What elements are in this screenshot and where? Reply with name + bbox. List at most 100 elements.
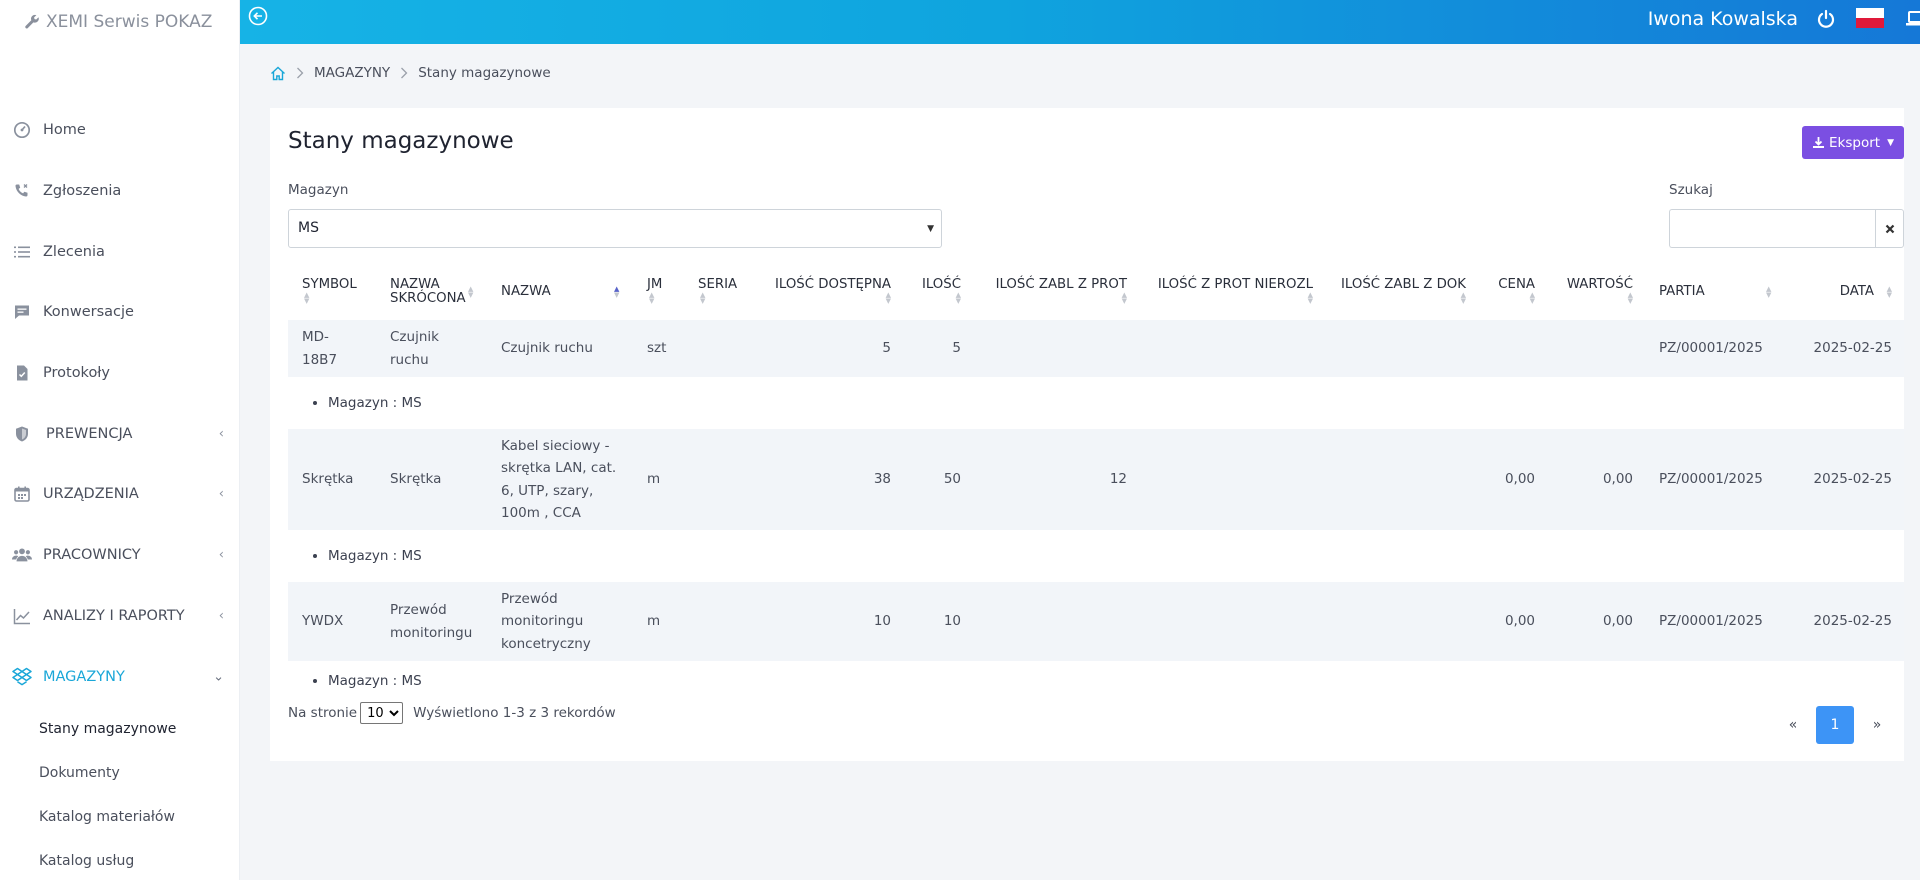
- cell-date: 2025-02-25: [1785, 320, 1904, 377]
- sort-icon: ▲ ▼: [304, 291, 310, 305]
- sidebar-item-label: Protokoły: [43, 365, 111, 382]
- cell-value: [1547, 320, 1645, 377]
- breadcrumb: MAGAZYNY Stany magazynowe: [270, 65, 551, 81]
- sidebar-item-label: PRACOWNICY: [43, 547, 141, 564]
- column-header-qty-blocked-prot[interactable]: ILOŚĆ ZABL Z PROT▲ ▼: [973, 264, 1139, 320]
- sidebar-item-label: Konwersacje: [43, 304, 134, 321]
- cell-name: Kabel sieciowy - skrętka LAN, cat. 6, UT…: [487, 429, 633, 530]
- sidebar: XEMI Serwis POKAZ Home Zgłoszenia Zlecen…: [0, 0, 240, 880]
- search-input[interactable]: [1669, 209, 1875, 248]
- cell-price: [1478, 320, 1547, 377]
- sidebar-item-pracownicy[interactable]: PRACOWNICY ‹: [0, 525, 240, 586]
- cell-value: 0,00: [1547, 429, 1645, 530]
- sidebar-item-label: ANALIZY I RAPORTY: [43, 607, 185, 624]
- magazyny-submenu: Stany magazynowe Dokumenty Katalog mater…: [0, 707, 240, 880]
- breadcrumb-magazyny[interactable]: MAGAZYNY: [314, 65, 390, 81]
- table-row-detail: Magazyn : MS: [288, 661, 1904, 701]
- sidebar-item-label: URZĄDZENIA: [43, 486, 139, 503]
- chevron-left-icon: ‹: [218, 486, 224, 502]
- power-icon[interactable]: [1816, 9, 1836, 29]
- cell-qty-prot-unsettled: [1139, 320, 1325, 377]
- column-header-date[interactable]: DATA ▲ ▼: [1785, 264, 1904, 320]
- clear-search-button[interactable]: [1875, 209, 1904, 248]
- back-circle-icon[interactable]: [248, 6, 268, 26]
- cell-date: 2025-02-25: [1785, 429, 1904, 530]
- sort-icon: ▲ ▼: [955, 291, 961, 305]
- cell-qty-blocked-doc: [1325, 320, 1478, 377]
- sort-icon: ▲ ▼: [468, 285, 474, 299]
- home-icon[interactable]: [270, 66, 286, 81]
- chevron-down-icon: ⌄: [213, 669, 224, 685]
- cell-batch: PZ/00001/2025: [1645, 582, 1785, 661]
- table-row[interactable]: YWDX Przewód monitoringu Przewód monitor…: [288, 582, 1904, 661]
- brand[interactable]: XEMI Serwis POKAZ: [0, 0, 239, 44]
- sidebar-subitem-katalog-uslug[interactable]: Katalog usług: [39, 839, 240, 880]
- cell-qty-blocked-prot: [973, 320, 1139, 377]
- table-row[interactable]: Skrętka Skrętka Kabel sieciowy - skrętka…: [288, 429, 1904, 530]
- per-page-select[interactable]: 10: [360, 702, 404, 724]
- sidebar-item-home[interactable]: Home: [0, 100, 240, 161]
- sidebar-item-prewencja[interactable]: PREWENCJA ‹: [0, 403, 240, 464]
- column-header-qty-blocked-doc[interactable]: ILOŚĆ ZABL Z DOK▲ ▼: [1325, 264, 1478, 320]
- sidebar-subitem-stany-magazynowe[interactable]: Stany magazynowe: [39, 707, 240, 751]
- sidebar-item-protokoly[interactable]: Protokoły: [0, 343, 240, 404]
- detail-warehouse: Magazyn : MS: [328, 545, 1890, 567]
- export-label: Eksport: [1829, 134, 1881, 151]
- cell-name: Przewód monitoringu koncetryczny: [487, 582, 633, 661]
- table-row-detail: Magazyn : MS: [288, 530, 1904, 582]
- table-row[interactable]: MD-18B7 Czujnik ruchu Czujnik ruchu szt …: [288, 320, 1904, 377]
- chevron-right-icon: [400, 67, 408, 79]
- sort-icon: ▲ ▼: [1307, 291, 1313, 305]
- sidebar-item-label: Zlecenia: [43, 243, 105, 260]
- cell-qty: 10: [903, 582, 973, 661]
- sidebar-item-analizy[interactable]: ANALIZY I RAPORTY ‹: [0, 586, 240, 647]
- user-name[interactable]: Iwona Kowalska: [1648, 8, 1798, 30]
- export-button[interactable]: Eksport ▼: [1802, 126, 1904, 159]
- chat-icon: [12, 302, 32, 322]
- sidebar-subitem-dokumenty[interactable]: Dokumenty: [39, 751, 240, 795]
- pagination-prev-button[interactable]: «: [1774, 706, 1812, 744]
- cell-qty: 5: [903, 320, 973, 377]
- sidebar-item-magazyny[interactable]: MAGAZYNY ⌄: [0, 646, 240, 707]
- column-header-price[interactable]: CENA▲ ▼: [1478, 264, 1547, 320]
- laptop-icon[interactable]: [1906, 10, 1920, 28]
- sidebar-item-label: PREWENCJA: [46, 425, 133, 442]
- pagination-next-button[interactable]: »: [1858, 706, 1896, 744]
- column-header-symbol[interactable]: SYMBOL▲ ▼: [288, 264, 376, 320]
- sidebar-item-konwersacje[interactable]: Konwersacje: [0, 282, 240, 343]
- search-group: [1669, 209, 1904, 248]
- stock-table: SYMBOL▲ ▼ NAZWA SKRÓCONA ▲ ▼ NAZWA ▲ ▼ JM▲ ▼ S…: [288, 264, 1904, 701]
- column-header-value[interactable]: WARTOŚĆ▲ ▼: [1547, 264, 1645, 320]
- sort-icon: ▲ ▼: [1121, 291, 1127, 305]
- column-header-qty[interactable]: ILOŚĆ▲ ▼: [903, 264, 973, 320]
- sidebar-item-zlecenia[interactable]: Zlecenia: [0, 221, 240, 282]
- cell-qty-prot-unsettled: [1139, 582, 1325, 661]
- cell-series: [684, 582, 753, 661]
- sidebar-subitem-katalog-materialow[interactable]: Katalog materiałów: [39, 795, 240, 839]
- polish-flag-icon[interactable]: [1856, 8, 1884, 28]
- column-header-name[interactable]: NAZWA ▲ ▼: [487, 264, 633, 320]
- dropbox-icon: [12, 667, 32, 687]
- column-header-qty-prot-unsettled[interactable]: ILOŚĆ Z PROT NIEROZL▲ ▼: [1139, 264, 1325, 320]
- column-header-short-name[interactable]: NAZWA SKRÓCONA ▲ ▼: [376, 264, 487, 320]
- cell-price: 0,00: [1478, 429, 1547, 530]
- sidebar-item-zgloszenia[interactable]: Zgłoszenia: [0, 161, 240, 222]
- cell-short-name: Czujnik ruchu: [376, 320, 487, 377]
- column-header-unit[interactable]: JM▲ ▼: [633, 264, 684, 320]
- list-icon: [12, 242, 32, 262]
- sort-icon: ▲ ▼: [1529, 291, 1535, 305]
- cell-short-name: Skrętka: [376, 429, 487, 530]
- cell-symbol: Skrętka: [288, 429, 376, 530]
- warehouse-select[interactable]: MS ▼: [288, 209, 942, 248]
- column-header-series[interactable]: SERIA▲ ▼: [684, 264, 753, 320]
- column-header-batch[interactable]: PARTIA ▲ ▼: [1645, 264, 1785, 320]
- column-header-qty-available[interactable]: ILOŚĆ DOSTĘPNA▲ ▼: [753, 264, 903, 320]
- shield-icon: [12, 424, 32, 444]
- cell-batch: PZ/00001/2025: [1645, 429, 1785, 530]
- detail-warehouse: Magazyn : MS: [328, 392, 1890, 414]
- sidebar-item-urzadzenia[interactable]: URZĄDZENIA ‹: [0, 464, 240, 525]
- cell-unit: m: [633, 582, 684, 661]
- pagination-page-button[interactable]: 1: [1816, 706, 1854, 744]
- stock-card: Stany magazynowe Eksport ▼ Magazyn MS ▼ …: [270, 108, 1904, 761]
- cell-qty-available: 5: [753, 320, 903, 377]
